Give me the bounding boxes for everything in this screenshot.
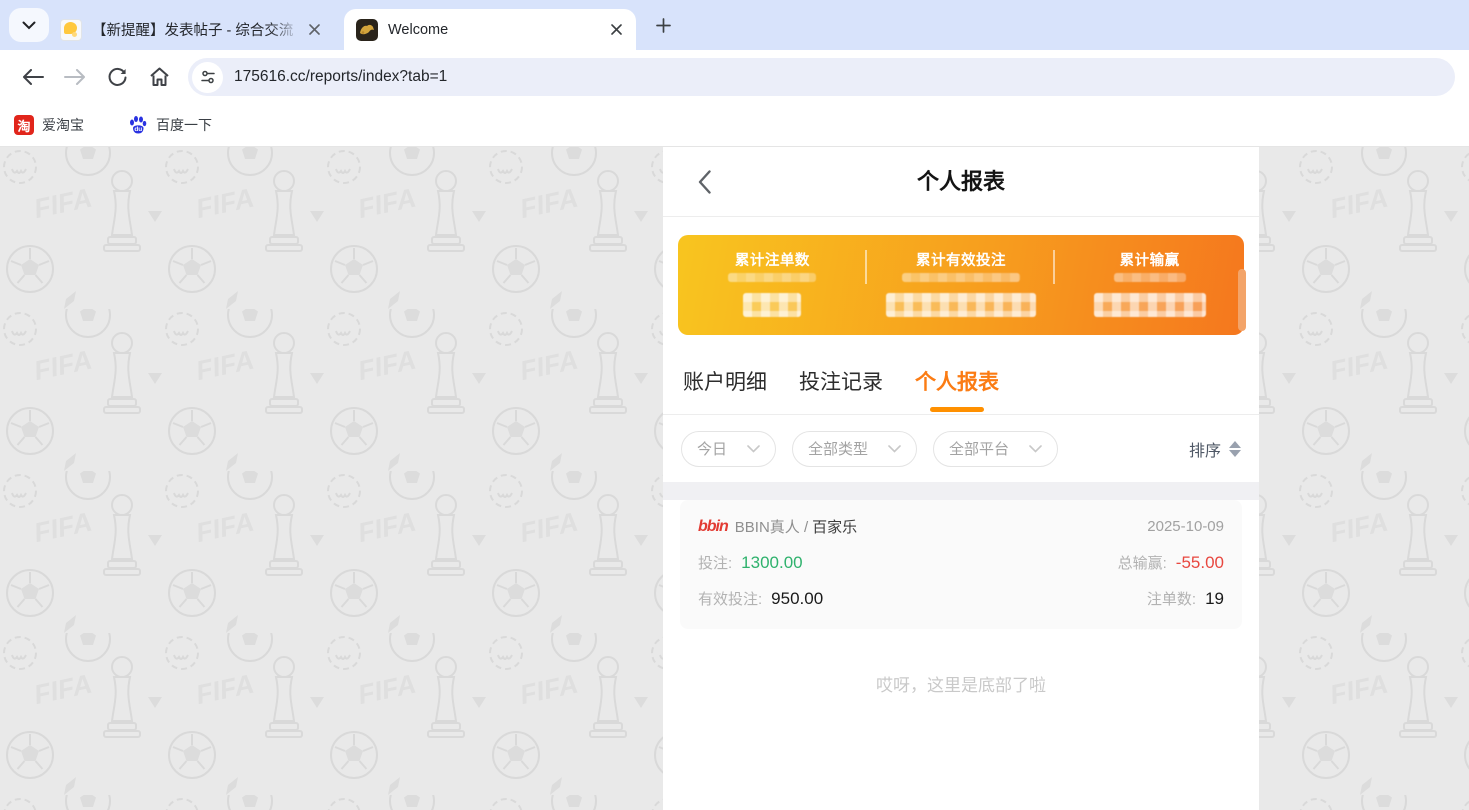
stat-label: 累计注单数 xyxy=(735,249,810,270)
summary-stats-card[interactable]: 累计注单数 累计有效投注 累计输赢 xyxy=(678,235,1244,335)
stat-label: 累计有效投注 xyxy=(916,249,1006,270)
browser-toolbar: 175616.cc/reports/index?tab=1 xyxy=(0,50,1469,104)
filter-pill-date[interactable]: 今日 xyxy=(681,431,776,467)
stat-total-win-loss: 累计输赢 xyxy=(1055,235,1244,335)
web-page-viewport: FIFA xyxy=(0,147,1469,810)
masked-value xyxy=(743,293,801,317)
back-button[interactable] xyxy=(12,57,54,97)
record-date: 2025-10-09 xyxy=(1147,518,1224,535)
provider-name: BBIN真人 / xyxy=(735,516,808,537)
valid-bet-label: 有效投注: xyxy=(698,588,762,609)
masked-blur xyxy=(1114,273,1186,282)
tab-personal-report[interactable]: 个人报表 xyxy=(915,348,999,414)
filter-pill-type[interactable]: 全部类型 xyxy=(792,431,917,467)
chevron-down-icon xyxy=(747,445,760,453)
masked-value xyxy=(1094,293,1206,317)
taobao-icon: 淘 xyxy=(14,115,34,135)
carousel-next-card-peek xyxy=(1238,269,1246,331)
sort-label: 排序 xyxy=(1189,437,1221,461)
site-settings-chip[interactable] xyxy=(192,62,223,93)
home-button[interactable] xyxy=(138,57,180,97)
sort-button[interactable]: 排序 xyxy=(1189,437,1241,461)
tab-bet-records[interactable]: 投注记录 xyxy=(799,348,883,414)
filter-label: 今日 xyxy=(697,438,727,459)
masked-blur xyxy=(728,273,816,282)
tab-title: 【新提醒】发表帖子 - 综合交流 xyxy=(92,19,300,40)
stat-total-valid-bet: 累计有效投注 xyxy=(867,235,1056,335)
forum-favicon-icon xyxy=(60,19,82,41)
reports-app-panel: 个人报表 累计注单数 累计有效投注 累计输赢 xyxy=(663,147,1259,810)
bet-count-label: 注单数: xyxy=(1147,588,1196,609)
bookmark-label: 百度一下 xyxy=(156,115,212,135)
bet-count-value: 19 xyxy=(1205,589,1224,609)
report-tabs: 账户明细 投注记录 个人报表 xyxy=(663,348,1259,415)
address-bar[interactable]: 175616.cc/reports/index?tab=1 xyxy=(188,58,1455,96)
active-tab-underline xyxy=(930,407,984,412)
summary-card-section: 累计注单数 累计有效投注 累计输赢 xyxy=(663,217,1259,348)
masked-value xyxy=(886,293,1036,317)
stat-label: 累计输赢 xyxy=(1120,249,1180,270)
tab-account-details[interactable]: 账户明细 xyxy=(683,348,767,414)
masked-blur xyxy=(902,273,1020,282)
filter-label: 全部类型 xyxy=(808,438,868,459)
browser-tab-forum[interactable]: 【新提醒】发表帖子 - 综合交流 xyxy=(48,9,334,50)
game-name: 百家乐 xyxy=(812,516,857,537)
end-of-list-text: 哎呀，这里是底部了啦 xyxy=(663,671,1259,696)
new-tab-button[interactable] xyxy=(648,11,678,39)
reload-button[interactable] xyxy=(96,57,138,97)
tune-icon xyxy=(200,69,216,85)
filter-label: 全部平台 xyxy=(949,438,1009,459)
title-fade xyxy=(270,19,300,40)
stat-total-bet-count: 累计注单数 xyxy=(678,235,867,335)
report-record-card[interactable]: bbin BBIN真人 / 百家乐 2025-10-09 投注: 1300.00… xyxy=(680,500,1242,629)
svg-text:du: du xyxy=(134,126,142,133)
bookmark-baidu[interactable]: du 百度一下 xyxy=(128,115,212,135)
bookmarks-bar: 淘 爱淘宝 du 百度一下 xyxy=(0,104,1469,147)
forward-button[interactable] xyxy=(54,57,96,97)
chevron-down-icon xyxy=(1029,445,1042,453)
tab-label: 投注记录 xyxy=(799,366,883,396)
close-tab-icon[interactable] xyxy=(606,20,626,40)
chevron-down-icon xyxy=(888,445,901,453)
url-text[interactable]: 175616.cc/reports/index?tab=1 xyxy=(234,68,447,86)
browser-tab-strip: 【新提醒】发表帖子 - 综合交流 Welcome xyxy=(0,0,1469,50)
tab-search-button[interactable] xyxy=(9,8,49,42)
tab-label: 个人报表 xyxy=(915,366,999,396)
app-header: 个人报表 xyxy=(663,147,1259,217)
win-loss-value: -55.00 xyxy=(1176,553,1224,573)
bet-label: 投注: xyxy=(698,552,732,573)
baidu-paw-icon: du xyxy=(128,115,148,135)
valid-bet-value: 950.00 xyxy=(771,589,823,609)
close-tab-icon[interactable] xyxy=(304,20,324,40)
bbin-logo: bbin xyxy=(698,518,728,536)
site-favicon-icon xyxy=(356,19,378,41)
tab-title: Welcome xyxy=(388,22,602,38)
page-title: 个人报表 xyxy=(663,147,1259,217)
sort-arrows-icon xyxy=(1229,441,1241,457)
filter-bar: 今日 全部类型 全部平台 排序 xyxy=(663,415,1259,482)
win-loss-label: 总输赢: xyxy=(1118,552,1167,573)
browser-tab-welcome[interactable]: Welcome xyxy=(344,9,636,50)
filter-pill-platform[interactable]: 全部平台 xyxy=(933,431,1058,467)
carousel-page-peek xyxy=(1249,277,1257,331)
bookmark-taobao[interactable]: 淘 爱淘宝 xyxy=(14,115,84,135)
bookmark-label: 爱淘宝 xyxy=(42,115,84,135)
section-separator xyxy=(663,482,1259,500)
chevron-down-icon xyxy=(22,21,36,30)
bet-value: 1300.00 xyxy=(741,553,802,573)
back-chevron-icon[interactable] xyxy=(689,167,719,197)
tab-label: 账户明细 xyxy=(683,366,767,396)
